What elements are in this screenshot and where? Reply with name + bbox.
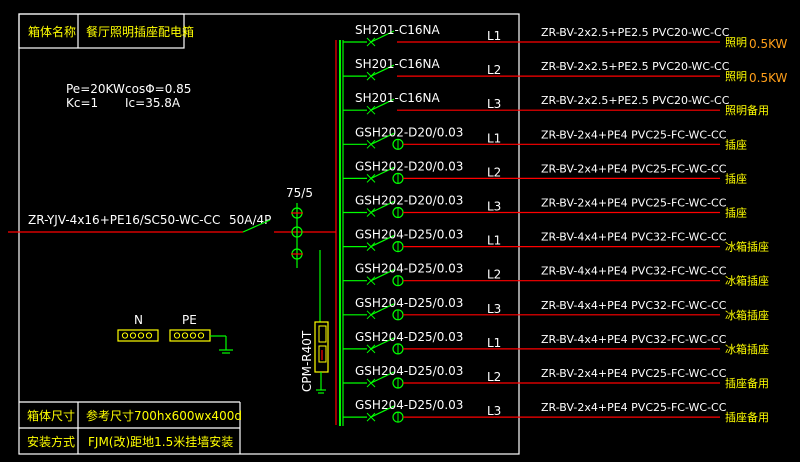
surge-protector: CPM-R40T — [300, 250, 329, 394]
phase-label: L3 — [487, 404, 501, 418]
pe-terminal-block — [169, 329, 211, 342]
breaker-model: GSH204-D25/0.03 — [355, 398, 463, 412]
neutral-terminal-block — [117, 329, 159, 342]
cable-spec: ZR-BV-2x2.5+PE2.5 PVC20-WC-CC — [541, 60, 730, 73]
board-size-label: 箱体尺寸 — [27, 408, 75, 423]
busbar — [339, 40, 344, 426]
cable-spec: ZR-BV-4x4+PE4 PVC32-FC-WC-CC — [541, 333, 727, 346]
circuit-use: 冰箱插座 — [725, 342, 769, 356]
breaker-model: GSH204-D25/0.03 — [355, 296, 463, 310]
breaker-model: GSH202-D20/0.03 — [355, 125, 463, 139]
phase-label: L3 — [487, 302, 501, 316]
phase-label: L2 — [487, 268, 501, 282]
load-calculation: Pe=20KW cosΦ=0.85 Kc=1 Ic=35.8A — [66, 82, 191, 110]
ct-ratio-label: 75/5 — [286, 186, 313, 200]
circuit-load: 0.5KW — [749, 37, 788, 51]
circuit-use: 插座 — [725, 137, 747, 151]
calc-pe: Pe=20KW — [66, 82, 125, 96]
breaker-model: SH201-C16NA — [355, 23, 441, 37]
phase-label: L1 — [487, 234, 501, 248]
phase-label: L2 — [487, 63, 501, 77]
title-block-bottom: 箱体尺寸 参考尺寸700hx600wx400d 安装方式 FJM(改)距地1.5… — [19, 401, 242, 454]
incoming-cable-label: ZR-YJV-4x16+PE16/SC50-WC-CC — [28, 213, 220, 227]
phase-label: L1 — [487, 131, 501, 145]
ground-icon — [210, 335, 233, 354]
circuit-use: 照明 — [725, 70, 747, 83]
calc-cos: cosΦ=0.85 — [125, 82, 191, 96]
circuit-use: 冰箱插座 — [725, 308, 769, 322]
circuit-use: 冰箱插座 — [725, 240, 769, 254]
breaker-model: SH201-C16NA — [355, 57, 441, 71]
spd-label: CPM-R40T — [300, 330, 314, 392]
circuit-use: 插座 — [725, 171, 747, 185]
circuit-use: 照明备用 — [725, 103, 769, 117]
circuit-use: 插座备用 — [725, 410, 769, 424]
phase-label: L1 — [487, 336, 501, 350]
title-block-top: 箱体名称 餐厅照明插座配电箱 — [18, 13, 194, 49]
phase-label: L3 — [487, 97, 501, 111]
board-name-label: 箱体名称 — [28, 24, 76, 39]
phase-label: L2 — [487, 165, 501, 179]
phase-label: L2 — [487, 370, 501, 384]
phase-label: L3 — [487, 200, 501, 214]
breaker-model: GSH202-D20/0.03 — [355, 194, 463, 208]
calc-kc: Kc=1 — [66, 96, 98, 110]
cable-spec: ZR-BV-4x4+PE4 PVC32-FC-WC-CC — [541, 231, 727, 244]
terminal-blocks: N PE — [117, 313, 233, 354]
breaker-model: GSH204-D25/0.03 — [355, 262, 463, 276]
distribution-board-diagram: 箱体名称 餐厅照明插座配电箱 箱体尺寸 参考尺寸700hx600wx400d 安… — [8, 13, 788, 455]
cable-spec: ZR-BV-2x4+PE4 PVC25-FC-WC-CC — [541, 197, 727, 210]
breaker-model: GSH204-D25/0.03 — [355, 364, 463, 378]
cable-spec: ZR-BV-2x4+PE4 PVC25-FC-WC-CC — [541, 367, 727, 380]
cable-spec: ZR-BV-4x4+PE4 PVC32-FC-WC-CC — [541, 299, 727, 312]
calc-ic: Ic=35.8A — [125, 96, 181, 110]
cable-spec: ZR-BV-2x4+PE4 PVC25-FC-WC-CC — [541, 128, 727, 141]
cable-spec: ZR-BV-2x4+PE4 PVC25-FC-WC-CC — [541, 401, 727, 414]
cable-spec: ZR-BV-2x4+PE4 PVC25-FC-WC-CC — [541, 162, 727, 175]
install-method-label: 安装方式 — [27, 434, 75, 449]
phase-label: L1 — [487, 29, 501, 43]
board-size-value: 参考尺寸700hx600wx400d — [86, 408, 242, 423]
cable-spec: ZR-BV-2x2.5+PE2.5 PVC20-WC-CC — [541, 94, 730, 107]
breaker-model: GSH204-D25/0.03 — [355, 330, 463, 344]
breaker-model: GSH204-D25/0.03 — [355, 228, 463, 242]
circuit-use: 插座 — [725, 206, 747, 220]
breaker-model: SH201-C16NA — [355, 91, 441, 105]
circuit-use: 插座备用 — [725, 376, 769, 390]
outgoing-circuits: SH201-C16NA L1 ZR-BV-2x2.5+PE2.5 PVC20-WC-… — [343, 23, 788, 424]
circuit-use: 冰箱插座 — [725, 274, 769, 288]
circuit-use: 照明 — [725, 36, 747, 49]
main-breaker-label: 50A/4P — [229, 213, 271, 227]
cable-spec: ZR-BV-4x4+PE4 PVC32-FC-WC-CC — [541, 265, 727, 278]
board-name-value: 餐厅照明插座配电箱 — [86, 24, 194, 39]
neutral-terminal-label: N — [134, 313, 143, 327]
install-method-value: FJM(改)距地1.5米挂墙安装 — [88, 434, 233, 449]
pe-terminal-label: PE — [182, 313, 197, 327]
cable-spec: ZR-BV-2x2.5+PE2.5 PVC20-WC-CC — [541, 26, 730, 39]
breaker-model: GSH202-D20/0.03 — [355, 159, 463, 173]
circuit-load: 0.5KW — [749, 71, 788, 85]
